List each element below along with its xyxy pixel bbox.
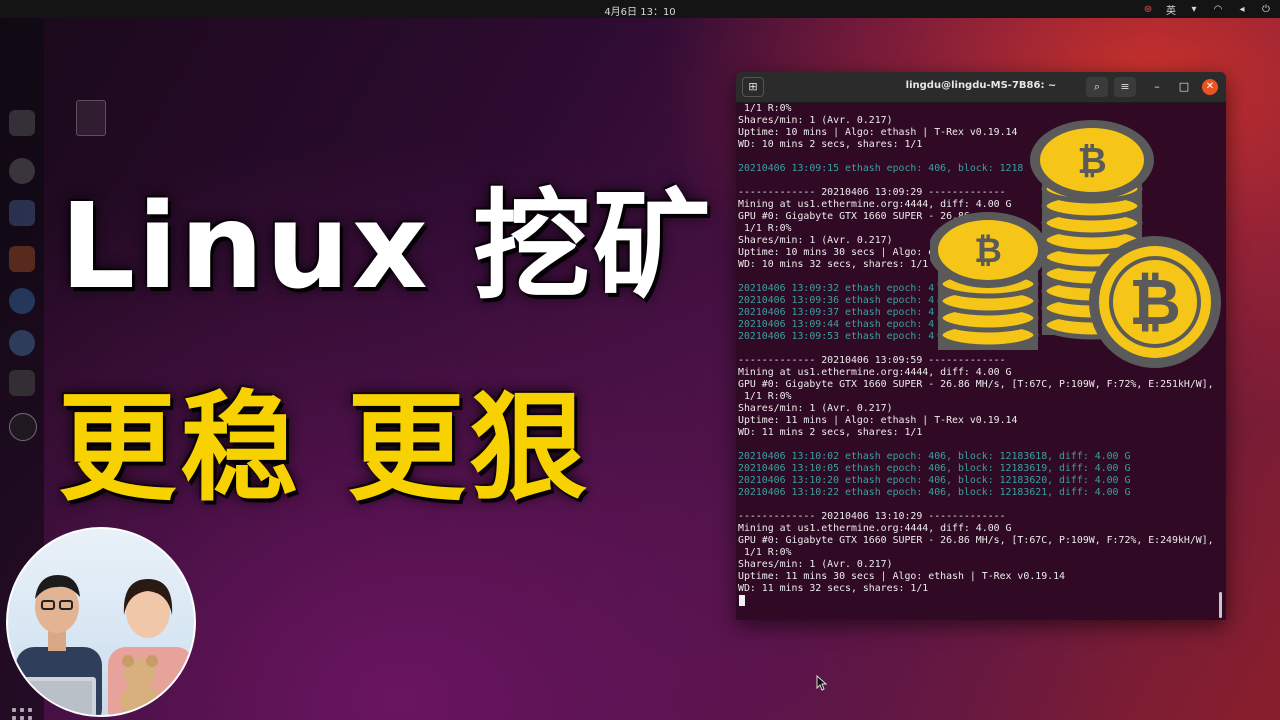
terminal-line: Mining at us1.ethermine.org:4444, diff: …: [738, 523, 1012, 534]
terminal-header-bar[interactable]: ⊞ lingdu@lingdu-MS-7B86: ~ ⌕ ≡ – □ ✕: [736, 72, 1226, 103]
terminal-line: 20210406 13:10:02 ethash epoch: 406, blo…: [738, 451, 1131, 462]
terminal-line: 20210406 13:10:05 ethash epoch: 406, blo…: [738, 463, 1131, 474]
terminal-line: [738, 595, 1222, 607]
terminal-line: GPU #0: Gigabyte GTX 1660 SUPER - 26.86 …: [738, 379, 1214, 390]
show-applications-icon[interactable]: [12, 708, 32, 720]
wifi-icon[interactable]: ◠: [1212, 4, 1224, 16]
help-icon[interactable]: [9, 288, 35, 314]
system-tray: ⊛ 英 ▾ ◠ ◂ ⏻: [1142, 2, 1272, 18]
terminal-line: Uptime: 11 mins 30 secs | Algo: ethash |…: [738, 571, 1065, 582]
terminal-line: Shares/min: 1 (Avr. 0.217): [738, 559, 893, 570]
terminal-line: Shares/min: 1 (Avr. 0.217): [738, 403, 893, 414]
terminal-line: 20210406 13:10:22 ethash epoch: 406, blo…: [738, 487, 1131, 498]
minimize-button[interactable]: –: [1149, 79, 1165, 95]
chevron-down-icon[interactable]: ▾: [1188, 4, 1200, 16]
terminal-scrollbar[interactable]: [1219, 592, 1222, 618]
svg-text:₿: ₿: [1077, 141, 1106, 182]
terminal-line: GPU #0: Gigabyte GTX 1660 SUPER - 26.86 …: [738, 535, 1214, 546]
clock[interactable]: 4月6日 13：10: [0, 3, 1280, 18]
maximize-button[interactable]: □: [1176, 79, 1192, 95]
svg-text:₿: ₿: [974, 231, 1002, 271]
terminal-line: WD: 11 mins 2 secs, shares: 1/1: [738, 427, 923, 438]
desktop: 4月6日 13：10 ⊛ 英 ▾ ◠ ◂ ⏻ ⊞ lingdu@lingdu-M…: [0, 0, 1280, 720]
dock-app-icon[interactable]: [9, 110, 35, 136]
close-button[interactable]: ✕: [1202, 79, 1218, 95]
document-icon[interactable]: [9, 200, 35, 226]
desktop-file-icon[interactable]: [76, 100, 106, 136]
top-bar: 4月6日 13：10 ⊛ 英 ▾ ◠ ◂ ⏻: [0, 0, 1280, 18]
overlay-subtitle: 更稳 更狠: [58, 379, 592, 517]
terminal-cursor: [739, 595, 745, 606]
terminal-line: 1/1 R:0%: [738, 103, 792, 114]
volume-icon[interactable]: ◂: [1236, 4, 1248, 16]
mouse-pointer-icon: [816, 675, 828, 691]
terminal-line: Uptime: 11 mins | Algo: ethash | T-Rex v…: [738, 415, 1018, 426]
menu-button[interactable]: ≡: [1114, 77, 1136, 97]
terminal-line: 1/1 R:0%: [738, 391, 792, 402]
dock-app-icon[interactable]: [9, 158, 35, 184]
overlay-title: Linux 挖矿: [60, 177, 713, 315]
browser-icon[interactable]: [9, 330, 35, 356]
terminal-line: 20210406 13:10:20 ethash epoch: 406, blo…: [738, 475, 1131, 486]
software-icon[interactable]: [9, 246, 35, 272]
obs-icon[interactable]: [9, 413, 37, 441]
terminal-line: 1/1 R:0%: [738, 547, 792, 558]
terminal-line: WD: 11 mins 32 secs, shares: 1/1: [738, 583, 929, 594]
search-button[interactable]: ⌕: [1086, 77, 1108, 97]
power-icon[interactable]: ⏻: [1260, 4, 1272, 16]
svg-text:₿: ₿: [1129, 266, 1181, 340]
input-method-indicator[interactable]: 英: [1166, 2, 1176, 17]
app-indicator-icon[interactable]: ⊛: [1142, 4, 1154, 16]
terminal-icon[interactable]: [9, 370, 35, 396]
presenters-avatar: [6, 527, 196, 717]
bitcoin-coin-stack-icon: ₿ ₿ ₿: [930, 120, 1221, 368]
terminal-line: ------------- 20210406 13:10:29 --------…: [738, 511, 1006, 522]
